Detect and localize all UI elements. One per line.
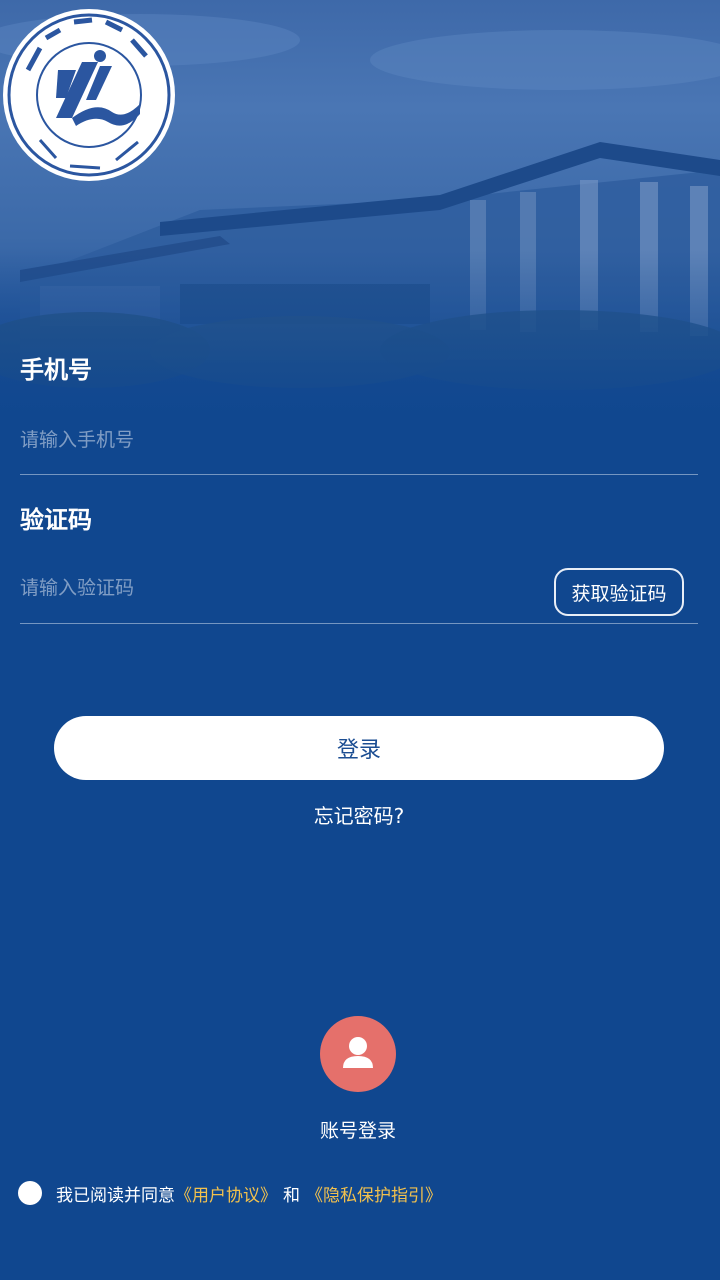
- phone-divider: [20, 474, 698, 475]
- account-login-label[interactable]: 账号登录: [0, 1116, 716, 1143]
- hero-banner: [0, 0, 720, 430]
- user-icon: [343, 1037, 373, 1068]
- login-button[interactable]: 登录: [54, 716, 664, 780]
- agreement-and: 和: [283, 1185, 300, 1206]
- privacy-policy-link[interactable]: 《隐私保护指引》: [306, 1181, 442, 1206]
- code-label: 验证码: [20, 506, 92, 534]
- user-agreement-link[interactable]: 《用户协议》: [175, 1181, 277, 1206]
- university-seal-logo: [3, 9, 175, 181]
- agreement-prefix: 我已阅读并同意: [56, 1185, 175, 1206]
- account-login-button[interactable]: [320, 1016, 396, 1092]
- forgot-password-link[interactable]: 忘记密码?: [0, 800, 718, 829]
- phone-label: 手机号: [20, 356, 92, 384]
- phone-input[interactable]: [20, 420, 540, 460]
- code-input[interactable]: [20, 568, 540, 608]
- get-code-button[interactable]: 获取验证码: [554, 568, 684, 616]
- agreement-row: 我已阅读并同意 《用户协议》 和 《隐私保护指引》: [18, 1178, 442, 1208]
- agree-radio[interactable]: [18, 1181, 42, 1205]
- code-divider: [20, 623, 698, 624]
- hero-fade: [0, 250, 720, 430]
